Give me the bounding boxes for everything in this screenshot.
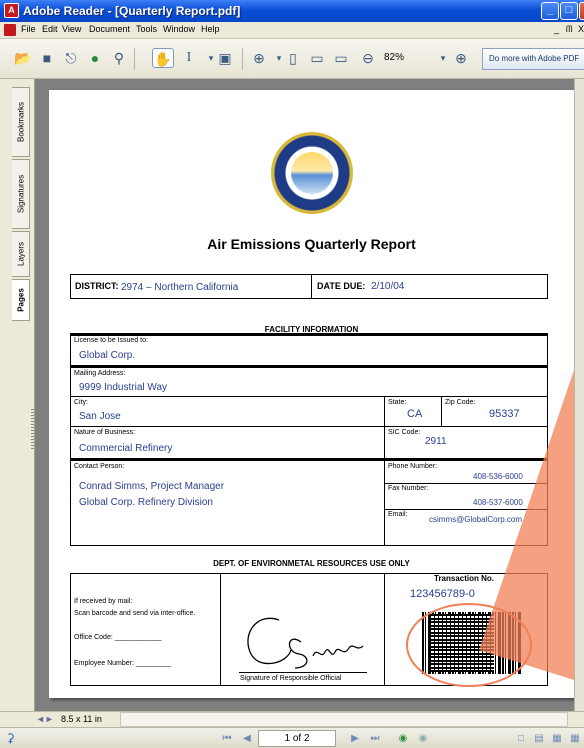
- continuous-facing-icon[interactable]: ▦: [568, 732, 582, 746]
- page-number-field[interactable]: 1 of 2: [258, 730, 336, 747]
- zoom-level[interactable]: 82%: [384, 52, 404, 63]
- close-button[interactable]: X: [579, 2, 584, 20]
- save-icon[interactable]: ■: [36, 48, 58, 68]
- menu-tools[interactable]: Tools: [136, 24, 157, 34]
- adobe-reader-icon: A: [4, 3, 19, 18]
- document-icon[interactable]: [4, 24, 16, 36]
- previous-page-button[interactable]: ◀: [240, 732, 254, 746]
- how-to-icon[interactable]: ⚳: [6, 731, 15, 745]
- tab-pages[interactable]: Pages: [12, 279, 30, 321]
- doc-restore-button[interactable]: ᗰ: [566, 24, 573, 35]
- toolbar-separator: [242, 48, 243, 70]
- tab-layers-label: Layers: [16, 241, 25, 267]
- tab-pages-label: Pages: [16, 288, 25, 312]
- go-forward-icon[interactable]: ◉: [416, 732, 430, 746]
- email-icon[interactable]: ●: [84, 48, 106, 68]
- continuous-icon[interactable]: ▤: [532, 732, 546, 746]
- menu-document[interactable]: Document: [89, 24, 130, 34]
- tab-signatures-label: Signatures: [16, 174, 25, 214]
- menu-edit[interactable]: Edit: [42, 24, 58, 34]
- window-title: Adobe Reader - [Quarterly Report.pdf]: [23, 4, 241, 18]
- tab-bookmarks[interactable]: Bookmarks: [12, 87, 30, 157]
- fit-width-icon[interactable]: ▭: [330, 48, 352, 68]
- actual-size-icon[interactable]: ▯: [282, 48, 304, 68]
- vertical-scrollbar[interactable]: [574, 79, 584, 711]
- snapshot-icon[interactable]: ▣: [214, 48, 236, 68]
- select-text-icon[interactable]: I: [178, 48, 200, 68]
- doc-minimize-button[interactable]: _: [554, 24, 559, 34]
- zoom-out-icon[interactable]: ⊖: [357, 48, 379, 68]
- next-page-button[interactable]: ▶: [348, 732, 362, 746]
- panel-arrow-icon[interactable]: ◄►: [36, 714, 54, 724]
- hand-tool-icon[interactable]: ✋: [152, 48, 174, 68]
- single-page-icon[interactable]: □: [514, 732, 528, 746]
- zoom-in-plus-icon[interactable]: ⊕: [450, 48, 472, 68]
- fit-page-icon[interactable]: ▭: [306, 48, 328, 68]
- promo-button[interactable]: Do more with Adobe PDF: [482, 48, 584, 70]
- page-size: 8.5 x 11 in: [61, 714, 102, 724]
- minimize-button[interactable]: _: [541, 2, 559, 20]
- menu-file[interactable]: File: [21, 24, 36, 34]
- doc-close-button[interactable]: X: [578, 24, 584, 34]
- maximize-button[interactable]: □: [560, 2, 578, 20]
- tab-signatures[interactable]: Signatures: [12, 159, 30, 229]
- facing-icon[interactable]: ▦: [550, 732, 564, 746]
- page-info-bar: ◄► 8.5 x 11 in: [0, 711, 584, 727]
- callout-beam: [479, 370, 574, 680]
- navigation-bar: ⚳ ⏮ ◀ 1 of 2 ▶ ⏭ ◉ ◉ □ ▤ ▦ ▦: [0, 727, 584, 748]
- search-icon[interactable]: ⚲: [108, 48, 130, 68]
- menu-bar: File Edit View Document Tools Window Hel…: [0, 22, 584, 39]
- print-icon[interactable]: ⎋: [60, 48, 82, 68]
- go-back-icon[interactable]: ◉: [396, 732, 410, 746]
- menu-view[interactable]: View: [62, 24, 81, 34]
- tab-bookmarks-label: Bookmarks: [16, 101, 25, 143]
- document-canvas[interactable]: Air Emissions Quarterly Report DISTRICT:…: [35, 79, 584, 711]
- panel-resize-handle[interactable]: [31, 409, 34, 449]
- title-bar: A Adobe Reader - [Quarterly Report.pdf] …: [0, 0, 584, 22]
- menu-window[interactable]: Window: [163, 24, 195, 34]
- open-icon[interactable]: 📂: [12, 48, 34, 68]
- last-page-button[interactable]: ⏭: [368, 732, 382, 746]
- tab-layers[interactable]: Layers: [12, 231, 30, 277]
- pdf-page: Air Emissions Quarterly Report DISTRICT:…: [49, 90, 574, 698]
- menu-help[interactable]: Help: [201, 24, 220, 34]
- navigation-panel: Bookmarks Signatures Layers Pages: [0, 79, 35, 711]
- zoom-in-icon[interactable]: ⊕: [248, 48, 270, 68]
- first-page-button[interactable]: ⏮: [220, 732, 234, 746]
- toolbar-separator: [134, 48, 135, 70]
- toolbar: 📂 ■ ⎋ ● ⚲ ✋ I ▾ ▣ ⊕ ▾ ▯ ▭ ▭ ⊖ 82% ▾ ⊕ Do…: [0, 39, 584, 79]
- horizontal-scrollbar[interactable]: [120, 712, 568, 727]
